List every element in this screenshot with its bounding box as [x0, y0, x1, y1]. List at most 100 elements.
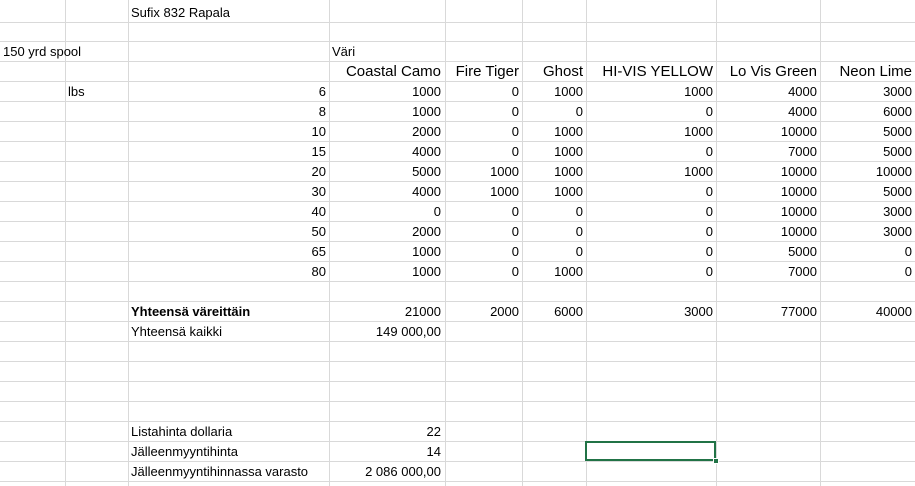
quantity-cell-fire-tiger[interactable]: 1000 [445, 182, 522, 202]
total-ghost[interactable]: 6000 [522, 302, 586, 322]
quantity-cell-neon-lime[interactable]: 3000 [820, 82, 915, 102]
color-header-neon-lime[interactable]: Neon Lime [820, 61, 915, 81]
lbs-value[interactable]: 65 [128, 242, 329, 262]
list-price-value[interactable]: 22 [329, 422, 444, 442]
quantity-cell-fire-tiger[interactable]: 0 [445, 142, 522, 162]
quantity-cell-hi-vis-yellow[interactable]: 0 [586, 262, 716, 282]
quantity-cell-fire-tiger[interactable]: 0 [445, 222, 522, 242]
quantity-cell-coastal-camo[interactable]: 2000 [329, 122, 444, 142]
quantity-cell-coastal-camo[interactable]: 2000 [329, 222, 444, 242]
quantity-cell-neon-lime[interactable]: 6000 [820, 102, 915, 122]
quantity-cell-coastal-camo[interactable]: 4000 [329, 142, 444, 162]
quantity-cell-ghost[interactable]: 0 [522, 222, 586, 242]
quantity-cell-coastal-camo[interactable]: 1000 [329, 242, 444, 262]
color-label[interactable]: Väri [329, 42, 444, 62]
quantity-cell-lo-vis-green[interactable]: 10000 [716, 222, 820, 242]
quantity-cell-ghost[interactable]: 1000 [522, 142, 586, 162]
color-header-ghost[interactable]: Ghost [522, 61, 586, 81]
lbs-value[interactable]: 50 [128, 222, 329, 242]
quantity-cell-neon-lime[interactable]: 10000 [820, 162, 915, 182]
grand-total-value[interactable]: 149 000,00 [329, 322, 444, 342]
quantity-cell-coastal-camo[interactable]: 4000 [329, 182, 444, 202]
quantity-cell-ghost[interactable]: 1000 [522, 82, 586, 102]
quantity-cell-lo-vis-green[interactable]: 7000 [716, 142, 820, 162]
quantity-cell-lo-vis-green[interactable]: 10000 [716, 162, 820, 182]
quantity-cell-hi-vis-yellow[interactable]: 0 [586, 242, 716, 262]
quantity-cell-coastal-camo[interactable]: 1000 [329, 82, 444, 102]
lbs-value[interactable]: 6 [128, 82, 329, 102]
total-neon-lime[interactable]: 40000 [820, 302, 915, 322]
lbs-value[interactable]: 15 [128, 142, 329, 162]
column-gridline [65, 0, 66, 486]
quantity-cell-hi-vis-yellow[interactable]: 1000 [586, 82, 716, 102]
quantity-cell-lo-vis-green[interactable]: 4000 [716, 82, 820, 102]
quantity-cell-fire-tiger[interactable]: 0 [445, 202, 522, 222]
quantity-cell-ghost[interactable]: 0 [522, 242, 586, 262]
quantity-cell-hi-vis-yellow[interactable]: 1000 [586, 122, 716, 142]
active-cell-selection[interactable] [585, 441, 716, 461]
lbs-value[interactable]: 10 [128, 122, 329, 142]
quantity-cell-lo-vis-green[interactable]: 4000 [716, 102, 820, 122]
totals-label[interactable]: Yhteensä väreittäin [128, 302, 328, 322]
total-hi-vis-yellow[interactable]: 3000 [586, 302, 716, 322]
fill-handle[interactable] [713, 458, 719, 464]
spreadsheet-grid[interactable]: Sufix 832 Rapala 150 yrd spool Väri Coas… [0, 0, 915, 486]
quantity-cell-ghost[interactable]: 1000 [522, 122, 586, 142]
total-lo-vis-green[interactable]: 77000 [716, 302, 820, 322]
quantity-cell-hi-vis-yellow[interactable]: 0 [586, 202, 716, 222]
quantity-cell-hi-vis-yellow[interactable]: 0 [586, 182, 716, 202]
quantity-cell-coastal-camo[interactable]: 5000 [329, 162, 444, 182]
quantity-cell-lo-vis-green[interactable]: 10000 [716, 202, 820, 222]
lbs-value[interactable]: 8 [128, 102, 329, 122]
grand-total-label[interactable]: Yhteensä kaikki [128, 322, 328, 342]
lbs-value[interactable]: 20 [128, 162, 329, 182]
quantity-cell-fire-tiger[interactable]: 0 [445, 102, 522, 122]
quantity-cell-coastal-camo[interactable]: 1000 [329, 102, 444, 122]
quantity-cell-neon-lime[interactable]: 5000 [820, 122, 915, 142]
quantity-cell-neon-lime[interactable]: 3000 [820, 202, 915, 222]
unit-label[interactable]: lbs [65, 82, 128, 102]
total-coastal-camo[interactable]: 21000 [329, 302, 444, 322]
quantity-cell-fire-tiger[interactable]: 0 [445, 242, 522, 262]
stock-value-label[interactable]: Jälleenmyyntihinnassa varasto [128, 462, 328, 482]
sheet-title[interactable]: Sufix 832 Rapala [128, 3, 328, 23]
quantity-cell-ghost[interactable]: 1000 [522, 182, 586, 202]
list-price-label[interactable]: Listahinta dollaria [128, 422, 328, 442]
quantity-cell-ghost[interactable]: 1000 [522, 162, 586, 182]
quantity-cell-lo-vis-green[interactable]: 10000 [716, 122, 820, 142]
quantity-cell-lo-vis-green[interactable]: 7000 [716, 262, 820, 282]
quantity-cell-hi-vis-yellow[interactable]: 1000 [586, 162, 716, 182]
quantity-cell-fire-tiger[interactable]: 0 [445, 122, 522, 142]
quantity-cell-lo-vis-green[interactable]: 10000 [716, 182, 820, 202]
resale-price-value[interactable]: 14 [329, 442, 444, 462]
quantity-cell-fire-tiger[interactable]: 1000 [445, 162, 522, 182]
quantity-cell-hi-vis-yellow[interactable]: 0 [586, 222, 716, 242]
lbs-value[interactable]: 30 [128, 182, 329, 202]
quantity-cell-neon-lime[interactable]: 3000 [820, 222, 915, 242]
quantity-cell-neon-lime[interactable]: 0 [820, 242, 915, 262]
lbs-value[interactable]: 40 [128, 202, 329, 222]
row-gridline [0, 401, 915, 402]
quantity-cell-coastal-camo[interactable]: 1000 [329, 262, 444, 282]
quantity-cell-lo-vis-green[interactable]: 5000 [716, 242, 820, 262]
quantity-cell-ghost[interactable]: 0 [522, 202, 586, 222]
quantity-cell-neon-lime[interactable]: 0 [820, 262, 915, 282]
spool-label[interactable]: 150 yrd spool [0, 42, 128, 62]
quantity-cell-hi-vis-yellow[interactable]: 0 [586, 142, 716, 162]
color-header-coastal-camo[interactable]: Coastal Camo [329, 61, 444, 81]
lbs-value[interactable]: 80 [128, 262, 329, 282]
resale-price-label[interactable]: Jälleenmyyntihinta [128, 442, 328, 462]
quantity-cell-neon-lime[interactable]: 5000 [820, 182, 915, 202]
quantity-cell-neon-lime[interactable]: 5000 [820, 142, 915, 162]
color-header-fire-tiger[interactable]: Fire Tiger [445, 61, 522, 81]
quantity-cell-ghost[interactable]: 0 [522, 102, 586, 122]
quantity-cell-fire-tiger[interactable]: 0 [445, 82, 522, 102]
color-header-lo-vis-green[interactable]: Lo Vis Green [716, 61, 820, 81]
quantity-cell-ghost[interactable]: 1000 [522, 262, 586, 282]
color-header-hi-vis-yellow[interactable]: HI-VIS YELLOW [586, 61, 716, 81]
stock-value-value[interactable]: 2 086 000,00 [329, 462, 444, 482]
quantity-cell-coastal-camo[interactable]: 0 [329, 202, 444, 222]
quantity-cell-hi-vis-yellow[interactable]: 0 [586, 102, 716, 122]
total-fire-tiger[interactable]: 2000 [445, 302, 522, 322]
quantity-cell-fire-tiger[interactable]: 0 [445, 262, 522, 282]
